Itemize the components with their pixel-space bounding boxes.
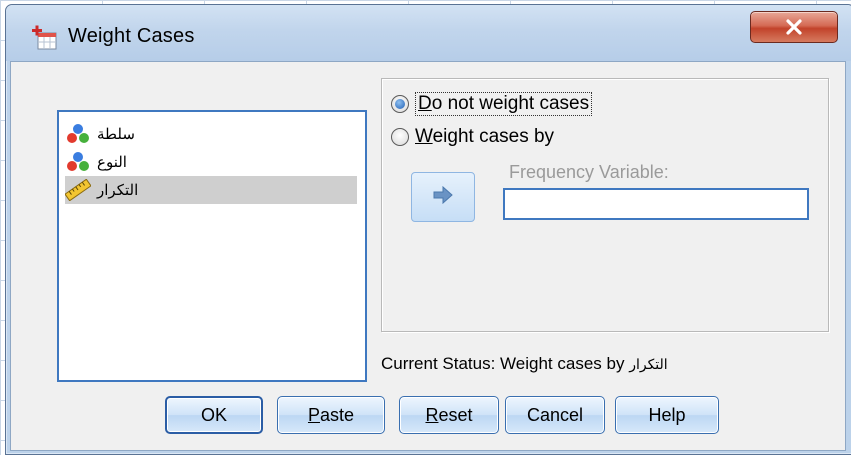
variable-list-item[interactable]: سلطة [65, 120, 357, 148]
reset-button[interactable]: Reset [399, 396, 499, 434]
window-title: Weight Cases [68, 25, 195, 47]
frequency-variable-field[interactable] [503, 188, 809, 220]
paste-button[interactable]: Paste [277, 396, 385, 434]
variable-list-item[interactable]: النوع [65, 148, 357, 176]
nominal-variable-icon [65, 151, 91, 173]
move-variable-button[interactable] [411, 172, 475, 222]
current-status-text: Current Status: Weight cases by [381, 354, 630, 373]
title-bar[interactable]: Weight Cases [6, 5, 851, 61]
close-icon [784, 19, 804, 35]
variable-label: التكرار [97, 182, 139, 199]
right-arrow-icon [432, 185, 454, 209]
weight-cases-by-label: Weight cases by [415, 126, 555, 147]
variable-label: سلطة [97, 126, 135, 143]
frequency-variable-label: Frequency Variable: [509, 162, 669, 182]
weight-cases-icon [30, 25, 58, 51]
current-status: Current Status: Weight cases by التكرار [381, 354, 668, 374]
radio-checked-icon[interactable] [391, 95, 409, 113]
weight-cases-dialog: Weight Cases سلطة النوع التكرار Do not w… [5, 4, 851, 455]
variable-label: النوع [97, 154, 127, 171]
weight-cases-by-radio[interactable]: Weight cases by [391, 126, 554, 148]
dialog-body: سلطة النوع التكرار Do not weight cases W… [10, 61, 846, 451]
do-not-weight-label: Do not weight cases [415, 92, 593, 116]
variable-list[interactable]: سلطة النوع التكرار [57, 110, 367, 382]
ok-button[interactable]: OK [165, 396, 263, 434]
current-status-variable: التكرار [629, 356, 668, 372]
close-button[interactable] [750, 11, 838, 43]
do-not-weight-radio[interactable]: Do not weight cases [391, 92, 593, 116]
cancel-button[interactable]: Cancel [505, 396, 605, 434]
variable-list-item-selected[interactable]: التكرار [64, 176, 357, 204]
radio-unchecked-icon[interactable] [391, 128, 409, 146]
help-button[interactable]: Help [615, 396, 719, 434]
scale-variable-icon [64, 178, 92, 202]
nominal-variable-icon [65, 123, 91, 145]
